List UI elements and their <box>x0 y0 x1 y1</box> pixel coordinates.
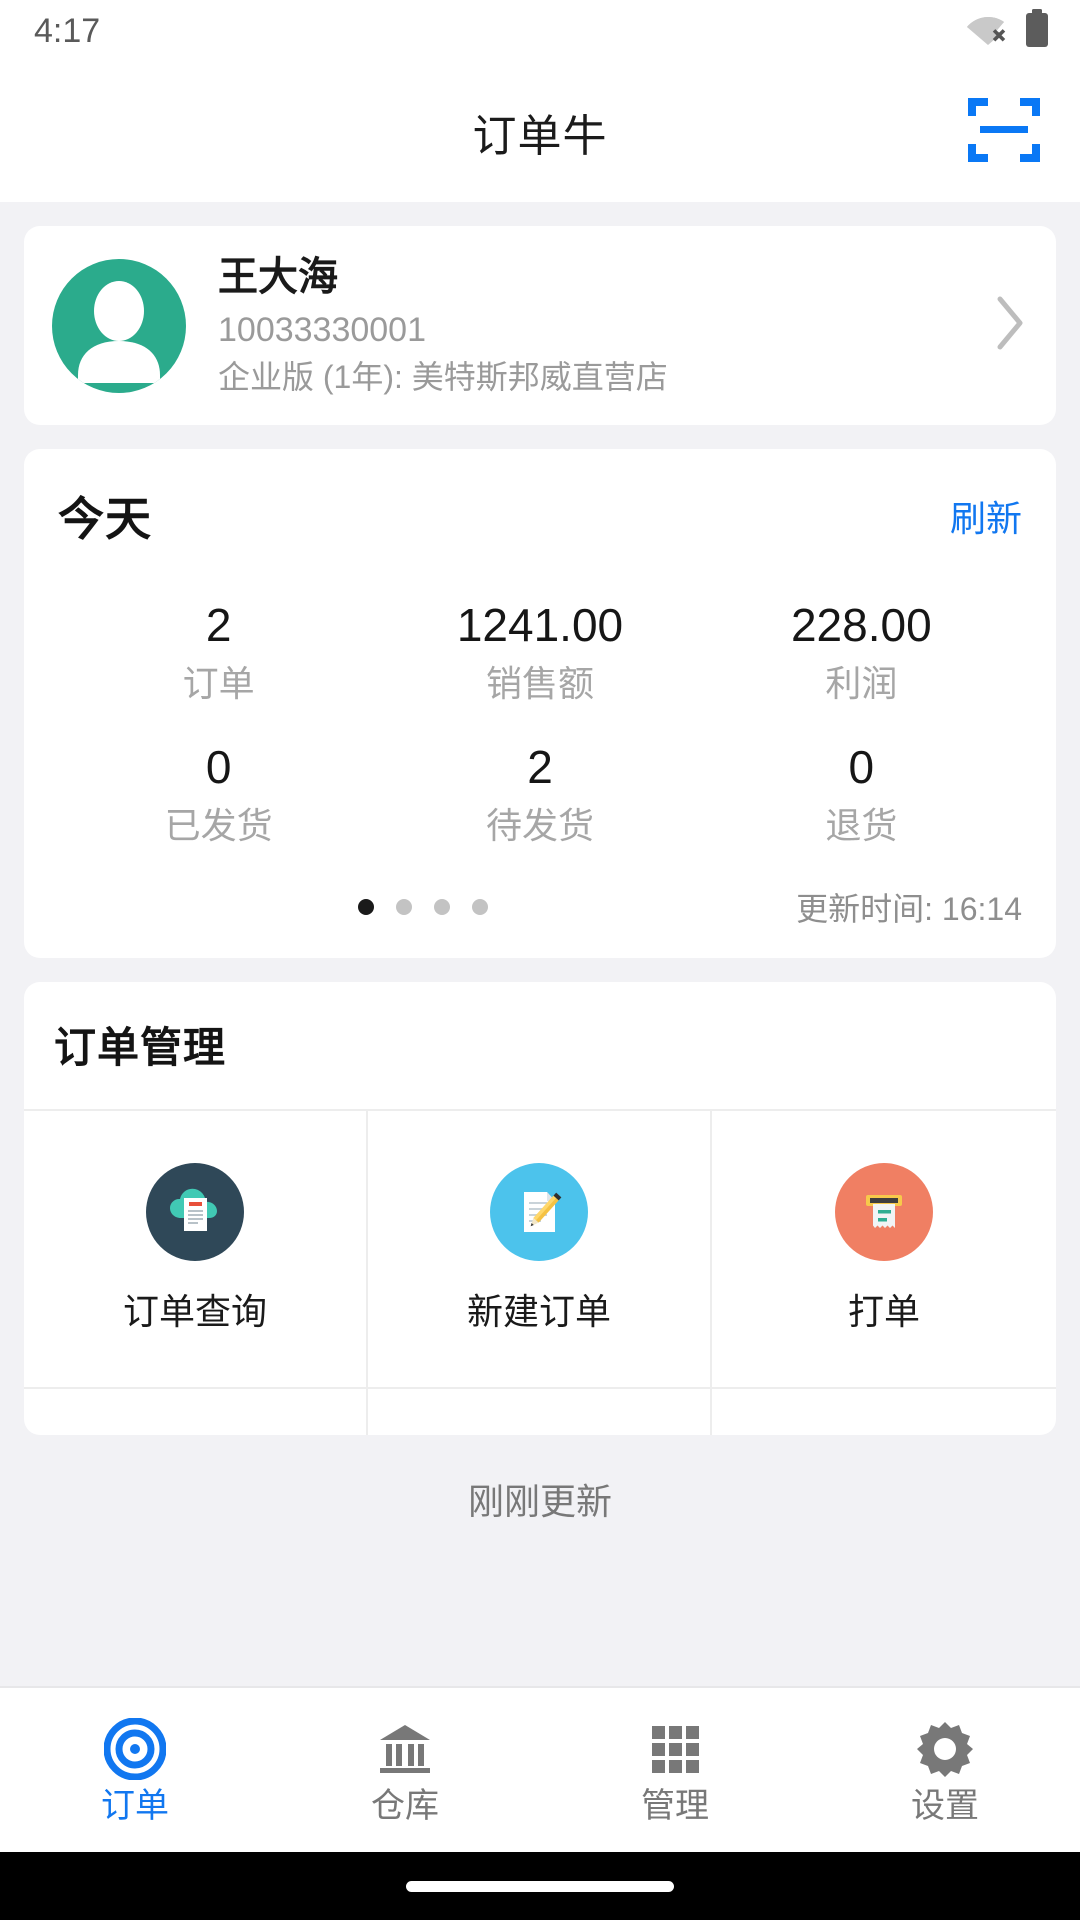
pagination-dot[interactable] <box>396 898 412 915</box>
receipt-printer-icon <box>835 1162 933 1261</box>
tab-label: 管理 <box>641 1787 709 1825</box>
stat-value: 228.00 <box>790 599 932 652</box>
tab-management[interactable]: 管理 <box>540 1717 810 1823</box>
profile-plan: 企业版 (1年): 美特斯邦威直营店 <box>218 359 668 396</box>
stats-title: 今天 <box>58 493 152 546</box>
refresh-status-text: 刚刚更新 <box>467 1480 612 1522</box>
stat-shipped[interactable]: 0 已发货 <box>58 733 379 875</box>
profile-account-id: 10033330001 <box>218 311 427 349</box>
grid-item-label: 打单 <box>847 1290 920 1332</box>
tab-label: 仓库 <box>371 1787 439 1825</box>
stat-value: 1241.00 <box>456 599 624 652</box>
tab-label: 订单 <box>101 1787 169 1825</box>
order-management-grid: 订单查询 新建订单 打单 <box>24 1108 1056 1389</box>
cloud-document-icon <box>146 1162 244 1261</box>
gear-icon <box>913 1717 977 1781</box>
stats-header: 今天 刷新 <box>58 483 1022 549</box>
bottom-tab-bar: 订单 仓库 管理 设置 <box>0 1686 1080 1852</box>
grid-item-print-order[interactable]: 打单 <box>712 1111 1056 1389</box>
stats-footer: 更新时间: 16:14 <box>58 876 1022 936</box>
document-pencil-icon <box>490 1162 588 1261</box>
update-time: 更新时间: 16:14 <box>796 890 1022 927</box>
stat-sales[interactable]: 1241.00 销售额 <box>379 591 700 733</box>
stat-label: 退货 <box>825 805 898 847</box>
grid-item-new-order[interactable]: 新建订单 <box>368 1110 712 1389</box>
grid-item-partial[interactable] <box>368 1388 712 1435</box>
home-indicator[interactable] <box>406 1880 674 1892</box>
grid-icon <box>643 1717 707 1781</box>
stat-value: 2 <box>205 599 232 652</box>
stat-label: 待发货 <box>485 805 594 847</box>
order-management-card: 订单管理 订单查询 新建订单 打单 <box>24 981 1056 1435</box>
status-time: 4:17 <box>34 12 101 50</box>
stat-value: 2 <box>527 741 553 794</box>
bank-icon <box>373 1717 437 1781</box>
avatar <box>52 258 186 393</box>
stat-returns[interactable]: 0 退货 <box>701 733 1022 875</box>
battery-full-icon <box>1024 8 1050 54</box>
tab-label: 设置 <box>911 1787 979 1825</box>
phone-screen: 4:17 订单牛 王大海 10033330001 企业版 (1年): 美特斯邦威… <box>0 0 1080 1920</box>
stats-row-1: 2 订单 1241.00 销售额 228.00 利润 <box>58 591 1022 733</box>
scan-qr-button[interactable] <box>966 94 1042 170</box>
grid-item-partial[interactable] <box>712 1389 1056 1435</box>
refresh-button[interactable]: 刷新 <box>950 490 1022 542</box>
today-stats-card: 今天 刷新 2 订单 1241.00 销售额 228.00 利润 0 已发货 2… <box>24 449 1056 958</box>
main-content: 王大海 10033330001 企业版 (1年): 美特斯邦威直营店 今天 刷新… <box>0 202 1080 1686</box>
app-bar: 订单牛 <box>0 62 1080 202</box>
grid-item-label: 新建订单 <box>466 1290 611 1332</box>
stat-label: 利润 <box>825 663 898 705</box>
profile-name: 王大海 <box>218 255 338 299</box>
tab-warehouse[interactable]: 仓库 <box>270 1717 540 1823</box>
page-title: 订单牛 <box>472 112 608 161</box>
status-bar: 4:17 <box>0 0 1080 62</box>
status-icons <box>966 8 1050 54</box>
stat-profit[interactable]: 228.00 利润 <box>701 591 1022 733</box>
grid-item-order-query[interactable]: 订单查询 <box>24 1110 368 1389</box>
pagination-dot[interactable] <box>434 898 450 915</box>
grid-item-label: 订单查询 <box>122 1290 267 1332</box>
scan-qr-icon <box>966 92 1042 173</box>
stat-label: 销售额 <box>485 663 594 705</box>
stat-value: 0 <box>205 741 232 794</box>
tab-settings[interactable]: 设置 <box>810 1717 1080 1823</box>
wifi-off-icon <box>966 11 1010 52</box>
order-management-title: 订单管理 <box>54 1023 227 1071</box>
profile-info: 王大海 10033330001 企业版 (1年): 美特斯邦威直营店 <box>186 252 980 399</box>
pagination-dot[interactable] <box>358 898 374 915</box>
target-icon <box>103 1717 167 1781</box>
order-management-grid-row-2 <box>24 1388 1056 1435</box>
grid-item-partial[interactable] <box>24 1388 368 1435</box>
pagination-dots[interactable] <box>358 898 488 915</box>
stats-row-2: 0 已发货 2 待发货 0 退货 <box>58 733 1022 875</box>
stat-value: 0 <box>848 741 875 794</box>
home-indicator-bar <box>0 1852 1080 1920</box>
profile-card[interactable]: 王大海 10033330001 企业版 (1年): 美特斯邦威直营店 <box>24 226 1056 426</box>
stat-label: 已发货 <box>164 805 273 847</box>
stat-label: 订单 <box>182 663 255 705</box>
stat-orders[interactable]: 2 订单 <box>58 591 379 733</box>
stat-pending-shipment[interactable]: 2 待发货 <box>379 733 700 875</box>
tab-orders[interactable]: 订单 <box>0 1717 270 1823</box>
pagination-dot[interactable] <box>472 898 488 915</box>
chevron-right-icon <box>980 295 1026 356</box>
user-avatar-icon <box>78 280 160 383</box>
